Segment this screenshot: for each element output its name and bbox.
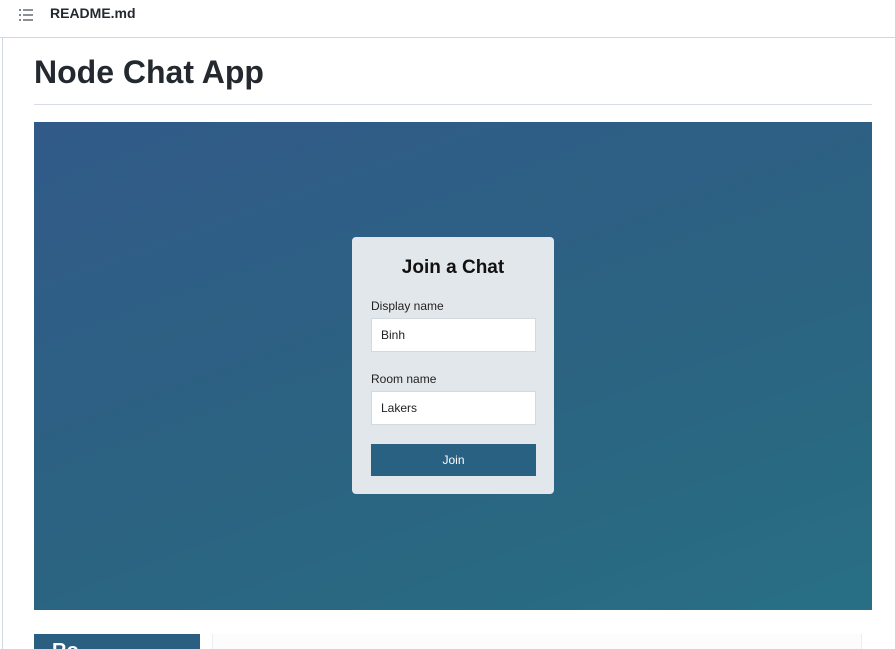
next-section-heading: Ro...: [52, 640, 95, 649]
join-button-label: Join: [442, 453, 465, 467]
room-name-label: Room name: [371, 372, 437, 386]
join-button[interactable]: Join: [371, 444, 536, 476]
readme-header: README.md: [0, 0, 895, 38]
list-unordered-icon[interactable]: [18, 7, 34, 23]
display-name-input[interactable]: [371, 318, 536, 352]
display-name-label: Display name: [371, 299, 444, 313]
room-name-input[interactable]: [371, 391, 536, 425]
title-divider: [34, 104, 872, 105]
page-title: Node Chat App: [34, 54, 264, 90]
next-section-image: Ro...: [34, 634, 200, 649]
file-name: README.md: [50, 5, 136, 21]
next-section-panel: [212, 634, 862, 649]
card-title: Join a Chat: [401, 257, 505, 278]
join-chat-card: Join a Chat Display name Room name Join: [352, 237, 554, 494]
app-screenshot: Join a Chat Display name Room name Join: [34, 122, 872, 610]
